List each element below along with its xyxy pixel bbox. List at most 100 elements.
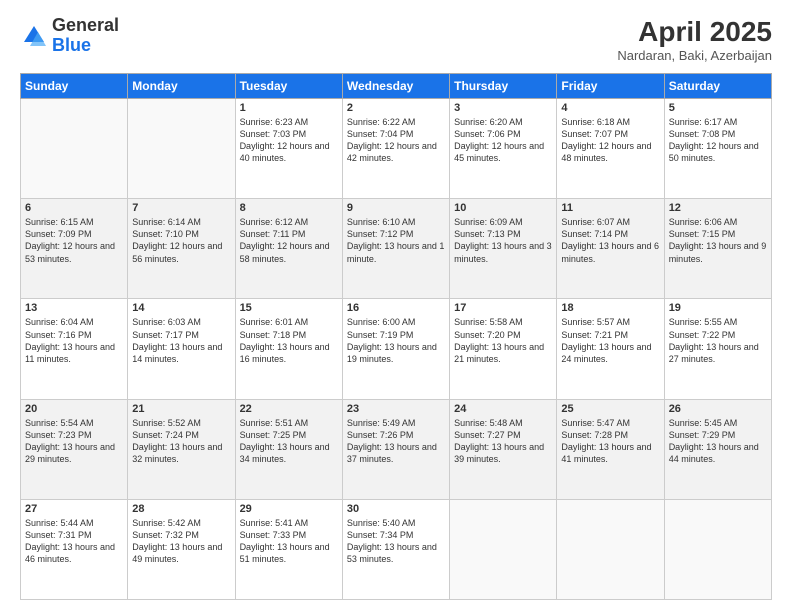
col-header-monday: Monday bbox=[128, 74, 235, 99]
day-number: 17 bbox=[454, 302, 552, 314]
day-number: 8 bbox=[240, 202, 338, 214]
day-number: 18 bbox=[561, 302, 659, 314]
calendar-cell: 3 Sunrise: 6:20 AM Sunset: 7:06 PM Daylig… bbox=[450, 99, 557, 199]
calendar-cell: 14 Sunrise: 6:03 AM Sunset: 7:17 PM Dayli… bbox=[128, 299, 235, 399]
day-info: Sunrise: 5:47 AM Sunset: 7:28 PM Dayligh… bbox=[561, 417, 659, 466]
day-number: 4 bbox=[561, 102, 659, 114]
logo-icon bbox=[20, 22, 48, 50]
day-info: Sunrise: 6:00 AM Sunset: 7:19 PM Dayligh… bbox=[347, 316, 445, 365]
calendar-cell: 5 Sunrise: 6:17 AM Sunset: 7:08 PM Daylig… bbox=[664, 99, 771, 199]
header: General Blue April 2025 Nardaran, Baki, … bbox=[20, 16, 772, 63]
day-number: 24 bbox=[454, 403, 552, 415]
day-info: Sunrise: 6:17 AM Sunset: 7:08 PM Dayligh… bbox=[669, 116, 767, 165]
day-number: 21 bbox=[132, 403, 230, 415]
day-number: 13 bbox=[25, 302, 123, 314]
calendar-cell: 17 Sunrise: 5:58 AM Sunset: 7:20 PM Dayli… bbox=[450, 299, 557, 399]
calendar-cell: 4 Sunrise: 6:18 AM Sunset: 7:07 PM Daylig… bbox=[557, 99, 664, 199]
calendar-cell bbox=[664, 499, 771, 599]
day-info: Sunrise: 5:57 AM Sunset: 7:21 PM Dayligh… bbox=[561, 316, 659, 365]
calendar-cell: 23 Sunrise: 5:49 AM Sunset: 7:26 PM Dayli… bbox=[342, 399, 449, 499]
day-number: 5 bbox=[669, 102, 767, 114]
calendar-cell bbox=[557, 499, 664, 599]
day-info: Sunrise: 5:40 AM Sunset: 7:34 PM Dayligh… bbox=[347, 517, 445, 566]
calendar-cell: 24 Sunrise: 5:48 AM Sunset: 7:27 PM Dayli… bbox=[450, 399, 557, 499]
logo-general-text: General bbox=[52, 15, 119, 35]
calendar-cell: 7Sunrise: 6:14 AM Sunset: 7:10 PM Daylig… bbox=[128, 199, 235, 299]
col-header-sunday: Sunday bbox=[21, 74, 128, 99]
logo: General Blue bbox=[20, 16, 119, 56]
calendar-cell bbox=[128, 99, 235, 199]
day-info: Sunrise: 6:01 AM Sunset: 7:18 PM Dayligh… bbox=[240, 316, 338, 365]
day-number: 9 bbox=[347, 202, 445, 214]
day-info: Sunrise: 6:12 AM Sunset: 7:11 PM Dayligh… bbox=[240, 216, 338, 265]
day-number: 26 bbox=[669, 403, 767, 415]
calendar-cell bbox=[450, 499, 557, 599]
day-number: 1 bbox=[240, 102, 338, 114]
day-info: Sunrise: 5:49 AM Sunset: 7:26 PM Dayligh… bbox=[347, 417, 445, 466]
day-number: 30 bbox=[347, 503, 445, 515]
day-info: Sunrise: 6:15 AM Sunset: 7:09 PM Dayligh… bbox=[25, 216, 123, 265]
calendar-cell: 28Sunrise: 5:42 AM Sunset: 7:32 PM Dayli… bbox=[128, 499, 235, 599]
calendar-week-3: 13Sunrise: 6:04 AM Sunset: 7:16 PM Dayli… bbox=[21, 299, 772, 399]
calendar-cell: 11Sunrise: 6:07 AM Sunset: 7:14 PM Dayli… bbox=[557, 199, 664, 299]
col-header-saturday: Saturday bbox=[664, 74, 771, 99]
calendar-cell: 18 Sunrise: 5:57 AM Sunset: 7:21 PM Dayli… bbox=[557, 299, 664, 399]
calendar-cell: 8 Sunrise: 6:12 AM Sunset: 7:11 PM Daylig… bbox=[235, 199, 342, 299]
calendar-cell: 1 Sunrise: 6:23 AM Sunset: 7:03 PM Daylig… bbox=[235, 99, 342, 199]
day-number: 3 bbox=[454, 102, 552, 114]
day-info: Sunrise: 5:51 AM Sunset: 7:25 PM Dayligh… bbox=[240, 417, 338, 466]
day-number: 27 bbox=[25, 503, 123, 515]
day-number: 7 bbox=[132, 202, 230, 214]
logo-text: General Blue bbox=[52, 16, 119, 56]
day-info: Sunrise: 6:06 AM Sunset: 7:15 PM Dayligh… bbox=[669, 216, 767, 265]
day-info: Sunrise: 6:09 AM Sunset: 7:13 PM Dayligh… bbox=[454, 216, 552, 265]
calendar-cell: 27 Sunrise: 5:44 AM Sunset: 7:31 PM Dayli… bbox=[21, 499, 128, 599]
day-info: Sunrise: 5:55 AM Sunset: 7:22 PM Dayligh… bbox=[669, 316, 767, 365]
calendar-week-1: 1 Sunrise: 6:23 AM Sunset: 7:03 PM Daylig… bbox=[21, 99, 772, 199]
day-number: 25 bbox=[561, 403, 659, 415]
calendar-cell: 29Sunrise: 5:41 AM Sunset: 7:33 PM Dayli… bbox=[235, 499, 342, 599]
day-info: Sunrise: 5:52 AM Sunset: 7:24 PM Dayligh… bbox=[132, 417, 230, 466]
day-number: 2 bbox=[347, 102, 445, 114]
day-number: 16 bbox=[347, 302, 445, 314]
day-info: Sunrise: 6:07 AM Sunset: 7:14 PM Dayligh… bbox=[561, 216, 659, 265]
calendar: SundayMondayTuesdayWednesdayThursdayFrid… bbox=[20, 73, 772, 600]
calendar-cell: 6Sunrise: 6:15 AM Sunset: 7:09 PM Daylig… bbox=[21, 199, 128, 299]
day-info: Sunrise: 6:23 AM Sunset: 7:03 PM Dayligh… bbox=[240, 116, 338, 165]
page: General Blue April 2025 Nardaran, Baki, … bbox=[0, 0, 792, 612]
col-header-friday: Friday bbox=[557, 74, 664, 99]
page-subtitle: Nardaran, Baki, Azerbaijan bbox=[617, 48, 772, 63]
day-number: 14 bbox=[132, 302, 230, 314]
logo-blue-text: Blue bbox=[52, 35, 91, 55]
calendar-week-5: 27 Sunrise: 5:44 AM Sunset: 7:31 PM Dayli… bbox=[21, 499, 772, 599]
calendar-cell: 12 Sunrise: 6:06 AM Sunset: 7:15 PM Dayli… bbox=[664, 199, 771, 299]
day-info: Sunrise: 5:48 AM Sunset: 7:27 PM Dayligh… bbox=[454, 417, 552, 466]
calendar-cell: 15Sunrise: 6:01 AM Sunset: 7:18 PM Dayli… bbox=[235, 299, 342, 399]
calendar-week-2: 6Sunrise: 6:15 AM Sunset: 7:09 PM Daylig… bbox=[21, 199, 772, 299]
day-info: Sunrise: 6:03 AM Sunset: 7:17 PM Dayligh… bbox=[132, 316, 230, 365]
day-number: 10 bbox=[454, 202, 552, 214]
day-number: 19 bbox=[669, 302, 767, 314]
day-info: Sunrise: 5:58 AM Sunset: 7:20 PM Dayligh… bbox=[454, 316, 552, 365]
day-number: 23 bbox=[347, 403, 445, 415]
day-info: Sunrise: 5:42 AM Sunset: 7:32 PM Dayligh… bbox=[132, 517, 230, 566]
day-number: 12 bbox=[669, 202, 767, 214]
page-title: April 2025 bbox=[617, 16, 772, 48]
day-number: 29 bbox=[240, 503, 338, 515]
day-info: Sunrise: 5:45 AM Sunset: 7:29 PM Dayligh… bbox=[669, 417, 767, 466]
day-info: Sunrise: 6:20 AM Sunset: 7:06 PM Dayligh… bbox=[454, 116, 552, 165]
calendar-cell: 19 Sunrise: 5:55 AM Sunset: 7:22 PM Dayli… bbox=[664, 299, 771, 399]
calendar-cell: 16 Sunrise: 6:00 AM Sunset: 7:19 PM Dayli… bbox=[342, 299, 449, 399]
calendar-cell bbox=[21, 99, 128, 199]
title-block: April 2025 Nardaran, Baki, Azerbaijan bbox=[617, 16, 772, 63]
day-info: Sunrise: 6:18 AM Sunset: 7:07 PM Dayligh… bbox=[561, 116, 659, 165]
day-number: 20 bbox=[25, 403, 123, 415]
calendar-header-row: SundayMondayTuesdayWednesdayThursdayFrid… bbox=[21, 74, 772, 99]
day-info: Sunrise: 5:44 AM Sunset: 7:31 PM Dayligh… bbox=[25, 517, 123, 566]
day-info: Sunrise: 6:10 AM Sunset: 7:12 PM Dayligh… bbox=[347, 216, 445, 265]
calendar-cell: 20 Sunrise: 5:54 AM Sunset: 7:23 PM Dayli… bbox=[21, 399, 128, 499]
day-info: Sunrise: 6:22 AM Sunset: 7:04 PM Dayligh… bbox=[347, 116, 445, 165]
calendar-cell: 9 Sunrise: 6:10 AM Sunset: 7:12 PM Daylig… bbox=[342, 199, 449, 299]
day-info: Sunrise: 5:54 AM Sunset: 7:23 PM Dayligh… bbox=[25, 417, 123, 466]
calendar-cell: 22Sunrise: 5:51 AM Sunset: 7:25 PM Dayli… bbox=[235, 399, 342, 499]
